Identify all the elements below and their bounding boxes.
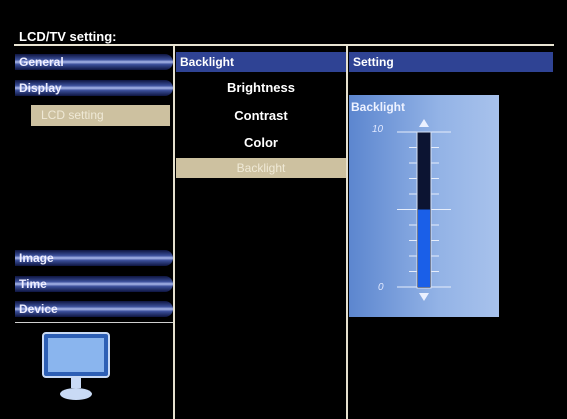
screen-title: LCD/TV setting: bbox=[19, 29, 117, 44]
monitor-icon bbox=[42, 332, 110, 400]
option-brightness[interactable]: Brightness bbox=[176, 80, 346, 95]
slider-up-arrow-icon[interactable] bbox=[419, 119, 429, 127]
option-contrast[interactable]: Contrast bbox=[176, 108, 346, 123]
menu-item-device[interactable]: Device bbox=[15, 301, 173, 317]
column-divider-right bbox=[346, 46, 348, 419]
menu-item-image[interactable]: Image bbox=[15, 250, 173, 266]
submenu-item-lcd-setting[interactable]: LCD setting bbox=[31, 105, 170, 126]
middle-column-header: Backlight bbox=[176, 52, 346, 72]
menu-item-display[interactable]: Display bbox=[15, 80, 173, 96]
menu-item-time[interactable]: Time bbox=[15, 276, 173, 292]
slider-fill bbox=[418, 209, 430, 287]
backlight-slider[interactable] bbox=[349, 95, 499, 317]
slider-down-arrow-icon[interactable] bbox=[419, 293, 429, 301]
column-divider-left bbox=[173, 46, 175, 419]
option-backlight-selected[interactable]: Backlight bbox=[176, 158, 346, 178]
left-menu-divider bbox=[15, 322, 173, 323]
option-color[interactable]: Color bbox=[176, 135, 346, 150]
menu-item-general[interactable]: General bbox=[15, 54, 173, 70]
right-column-header: Setting bbox=[349, 52, 553, 72]
title-divider bbox=[14, 44, 554, 46]
